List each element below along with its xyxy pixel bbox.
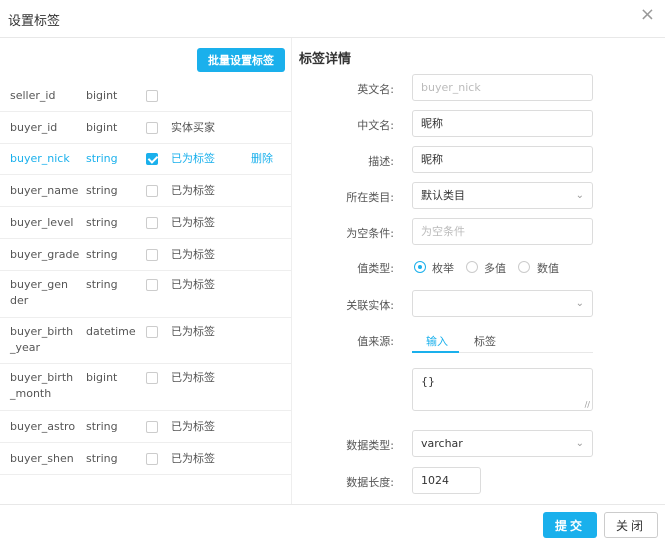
row-checkbox[interactable] [146, 185, 158, 197]
close-icon[interactable]: × [640, 6, 655, 24]
table-row[interactable]: buyer_id bigint 实体买家 [0, 112, 291, 144]
field-type: string [86, 278, 118, 291]
empty-condition-label: 为空条件: [346, 227, 394, 240]
tag-status: 已为标签 [171, 248, 215, 261]
field-name: buyer_nick [10, 152, 70, 165]
table-row[interactable]: buyer_astro string 已为标签 [0, 411, 291, 443]
radio-multi[interactable] [466, 261, 478, 273]
row-checkbox[interactable] [146, 279, 158, 291]
tab-input[interactable]: 输入 [426, 333, 448, 349]
field-name: buyer_name [10, 184, 79, 197]
category-label: 所在类目: [346, 191, 394, 204]
english-name-label: 英文名: [357, 83, 394, 96]
tag-status: 已为标签 [171, 452, 215, 465]
category-select[interactable]: 默认类目 ⌄ [412, 182, 593, 209]
value-source-label: 值来源: [357, 335, 394, 348]
data-type-label: 数据类型: [346, 439, 394, 452]
row-checkbox[interactable] [146, 372, 158, 384]
resize-handle-icon[interactable]: ∕∕ [585, 400, 590, 409]
tab-active-indicator [412, 351, 459, 353]
dialog-title: 设置标签 [8, 14, 61, 29]
chevron-down-icon: ⌄ [575, 298, 584, 309]
field-type: string [86, 184, 118, 197]
field-type: bigint [86, 371, 118, 384]
category-value: 默认类目 [421, 189, 465, 202]
field-name: buyer_gender [10, 278, 68, 307]
data-type-select[interactable]: varchar ⌄ [412, 430, 593, 457]
row-checkbox[interactable] [146, 90, 158, 102]
tag-status: 已为标签 [171, 152, 215, 165]
tag-status: 已为标签 [171, 216, 215, 229]
table-row[interactable]: buyer_nick string 已为标签 删除 [0, 144, 291, 175]
field-type: string [86, 248, 118, 261]
table-row[interactable]: buyer_name string 已为标签 [0, 175, 291, 207]
field-type: bigint [86, 89, 118, 102]
description-label: 描述: [368, 155, 394, 168]
field-type: datetime [86, 325, 136, 338]
table-row[interactable]: buyer_level string 已为标签 [0, 207, 291, 239]
related-entity-select[interactable]: ⌄ [412, 290, 593, 317]
radio-numeric[interactable] [518, 261, 530, 273]
table-row[interactable]: buyer_shen string 已为标签 [0, 443, 291, 475]
value-source-content: {} [421, 375, 435, 388]
field-name: buyer_astro [10, 420, 76, 433]
field-type: bigint [86, 121, 118, 134]
tag-status: 已为标签 [171, 184, 215, 197]
field-type: string [86, 452, 118, 465]
value-source-textarea[interactable]: {} ∕∕ [412, 368, 593, 411]
data-type-value: varchar [421, 437, 463, 450]
tag-status: 已为标签 [171, 278, 215, 291]
close-button[interactable]: 关闭 [604, 512, 658, 538]
data-length-label: 数据长度: [346, 476, 394, 489]
radio-multi-label: 多值 [484, 262, 506, 275]
field-name: seller_id [10, 89, 56, 102]
tab-tag[interactable]: 标签 [474, 333, 496, 349]
field-name: buyer_level [10, 216, 74, 229]
related-entity-label: 关联实体: [346, 299, 394, 312]
table-row[interactable]: buyer_birth_year datetime 已为标签 [0, 318, 291, 364]
tag-status: 实体买家 [171, 121, 215, 134]
field-type: string [86, 216, 118, 229]
chevron-down-icon: ⌄ [575, 438, 584, 449]
tag-status: 已为标签 [171, 420, 215, 433]
table-row[interactable]: buyer_gender string 已为标签 [0, 271, 291, 318]
batch-set-tags-button[interactable]: 批量设置标签 [197, 48, 285, 72]
row-checkbox[interactable] [146, 153, 158, 165]
english-name-input[interactable]: buyer_nick [412, 74, 593, 101]
radio-enum[interactable] [414, 261, 426, 273]
radio-enum-label: 枚举 [432, 262, 454, 275]
table-row[interactable]: buyer_grade string 已为标签 [0, 239, 291, 271]
chinese-name-input[interactable]: 昵称 [412, 110, 593, 137]
field-name: buyer_birth_month [10, 371, 74, 400]
field-name: buyer_grade [10, 248, 80, 261]
row-checkbox[interactable] [146, 217, 158, 229]
dialog-header: 设置标签 × [0, 0, 665, 38]
row-checkbox[interactable] [146, 326, 158, 338]
table-row[interactable]: buyer_birth_month bigint 已为标签 [0, 364, 291, 411]
field-type: string [86, 152, 118, 165]
tag-status: 已为标签 [171, 371, 215, 384]
tag-status: 已为标签 [171, 325, 215, 338]
field-name: buyer_id [10, 121, 58, 134]
chinese-name-label: 中文名: [357, 119, 394, 132]
row-checkbox[interactable] [146, 122, 158, 134]
panel-divider [291, 38, 292, 504]
empty-condition-input[interactable]: 为空条件 [412, 218, 593, 245]
data-length-input[interactable]: 1024 [412, 467, 481, 494]
chevron-down-icon: ⌄ [575, 190, 584, 201]
field-name: buyer_shen [10, 452, 74, 465]
field-name: buyer_birth_year [10, 325, 74, 354]
detail-title: 标签详情 [299, 52, 352, 67]
radio-numeric-label: 数值 [537, 262, 559, 275]
row-checkbox[interactable] [146, 249, 158, 261]
field-type: string [86, 420, 118, 433]
row-checkbox[interactable] [146, 421, 158, 433]
description-input[interactable]: 昵称 [412, 146, 593, 173]
row-checkbox[interactable] [146, 453, 158, 465]
value-type-label: 值类型: [357, 262, 394, 275]
submit-button[interactable]: 提交 [543, 512, 597, 538]
table-row[interactable]: seller_id bigint [0, 80, 291, 112]
delete-link[interactable]: 删除 [251, 151, 273, 167]
